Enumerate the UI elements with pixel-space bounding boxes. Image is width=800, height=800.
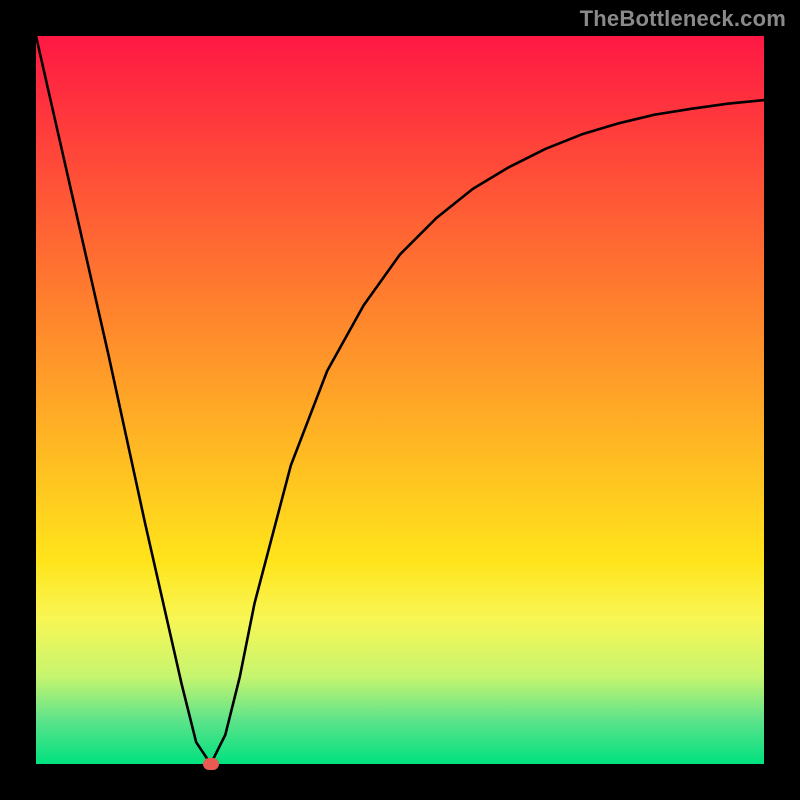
watermark-text: TheBottleneck.com bbox=[580, 6, 786, 32]
plot-area bbox=[36, 36, 764, 764]
chart-frame: TheBottleneck.com bbox=[0, 0, 800, 800]
bottleneck-curve bbox=[36, 36, 764, 764]
minimum-marker bbox=[203, 758, 219, 770]
curve-svg bbox=[36, 36, 764, 764]
